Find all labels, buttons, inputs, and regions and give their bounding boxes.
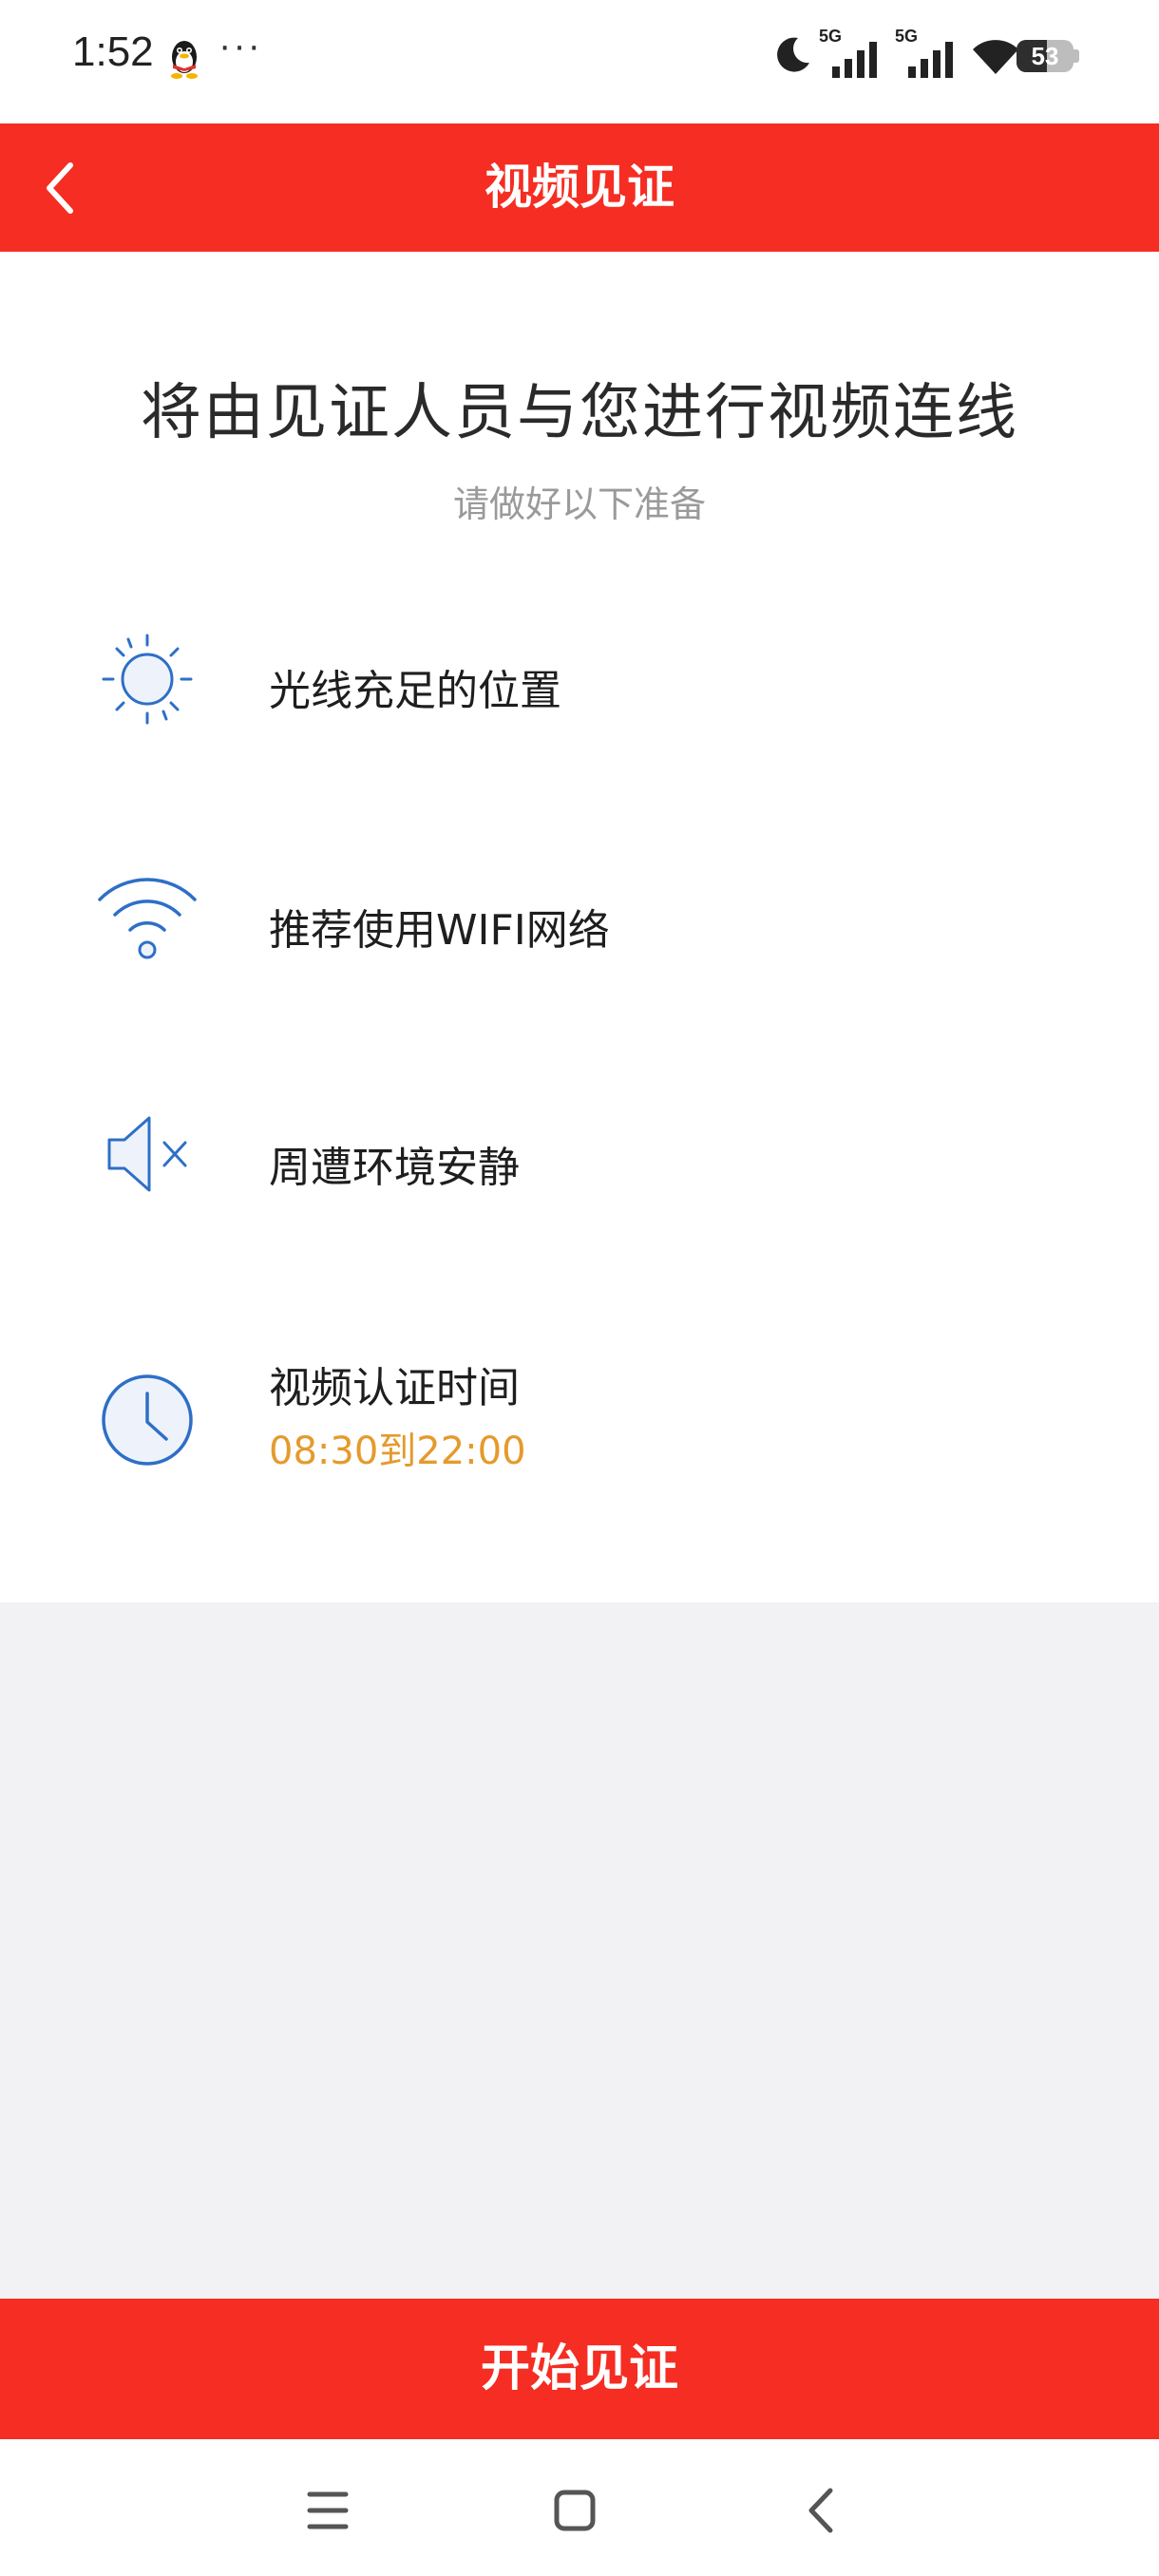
status-time: 1:52 [72, 28, 154, 75]
requirement-label: 光线充足的位置 [269, 667, 561, 715]
requirement-lighting: 光线充足的位置 [0, 622, 1159, 774]
start-verification-button[interactable]: 开始见证 [0, 2299, 1159, 2439]
requirement-label: 周遭环境安静 [269, 1144, 520, 1192]
recent-apps-button[interactable] [285, 2468, 370, 2553]
wifi-icon [98, 878, 197, 959]
home-button[interactable] [532, 2468, 618, 2553]
cellular-signal-1: 5G [819, 27, 885, 78]
main-content: 将由见证人员与您进行视频连线 请做好以下准备 光线充足的位置 推荐使用WIFI网… [0, 252, 1159, 1602]
system-back-button[interactable] [779, 2468, 864, 2553]
more-notifications-indicator: ··· [218, 25, 262, 66]
page-title: 视频见证 [484, 160, 674, 215]
signal-bars-icon [832, 42, 877, 78]
speaker-mute-icon [107, 1116, 187, 1192]
requirement-quiet: 周遭环境安静 [0, 1097, 1159, 1249]
cellular-signal-2: 5G [895, 27, 961, 78]
requirement-network: 推荐使用WIFI网络 [0, 860, 1159, 1012]
menu-icon [307, 2491, 349, 2529]
status-icons: 5G 5G 53 [771, 27, 1094, 85]
subheadline: 请做好以下准备 [452, 483, 706, 525]
signal-bars-icon [908, 42, 953, 78]
battery-indicator: 53 [1016, 40, 1079, 72]
requirement-label: 视频认证时间 [269, 1364, 520, 1412]
back-icon [808, 2488, 833, 2533]
back-button[interactable] [28, 150, 104, 226]
app-bar: 视频见证 [0, 123, 1159, 252]
headline: 将由见证人员与您进行视频连线 [141, 378, 1018, 448]
requirement-label: 推荐使用WIFI网络 [269, 906, 610, 955]
moon-icon [777, 37, 809, 72]
status-bar: 1:52 ··· 5G 5G 53 [0, 0, 1159, 123]
clock-icon [102, 1374, 193, 1466]
service-hours: 08:30到22:00 [269, 1430, 526, 1473]
requirement-time: 视频认证时间 08:30到22:00 [0, 1344, 1159, 1534]
home-icon [554, 2490, 596, 2531]
chevron-left-icon [47, 162, 73, 214]
wifi-status-icon [973, 40, 1018, 74]
system-navigation-bar [0, 2439, 1159, 2576]
qq-penguin-icon [171, 41, 198, 79]
sun-icon [102, 634, 193, 725]
battery-level: 53 [1031, 42, 1059, 70]
